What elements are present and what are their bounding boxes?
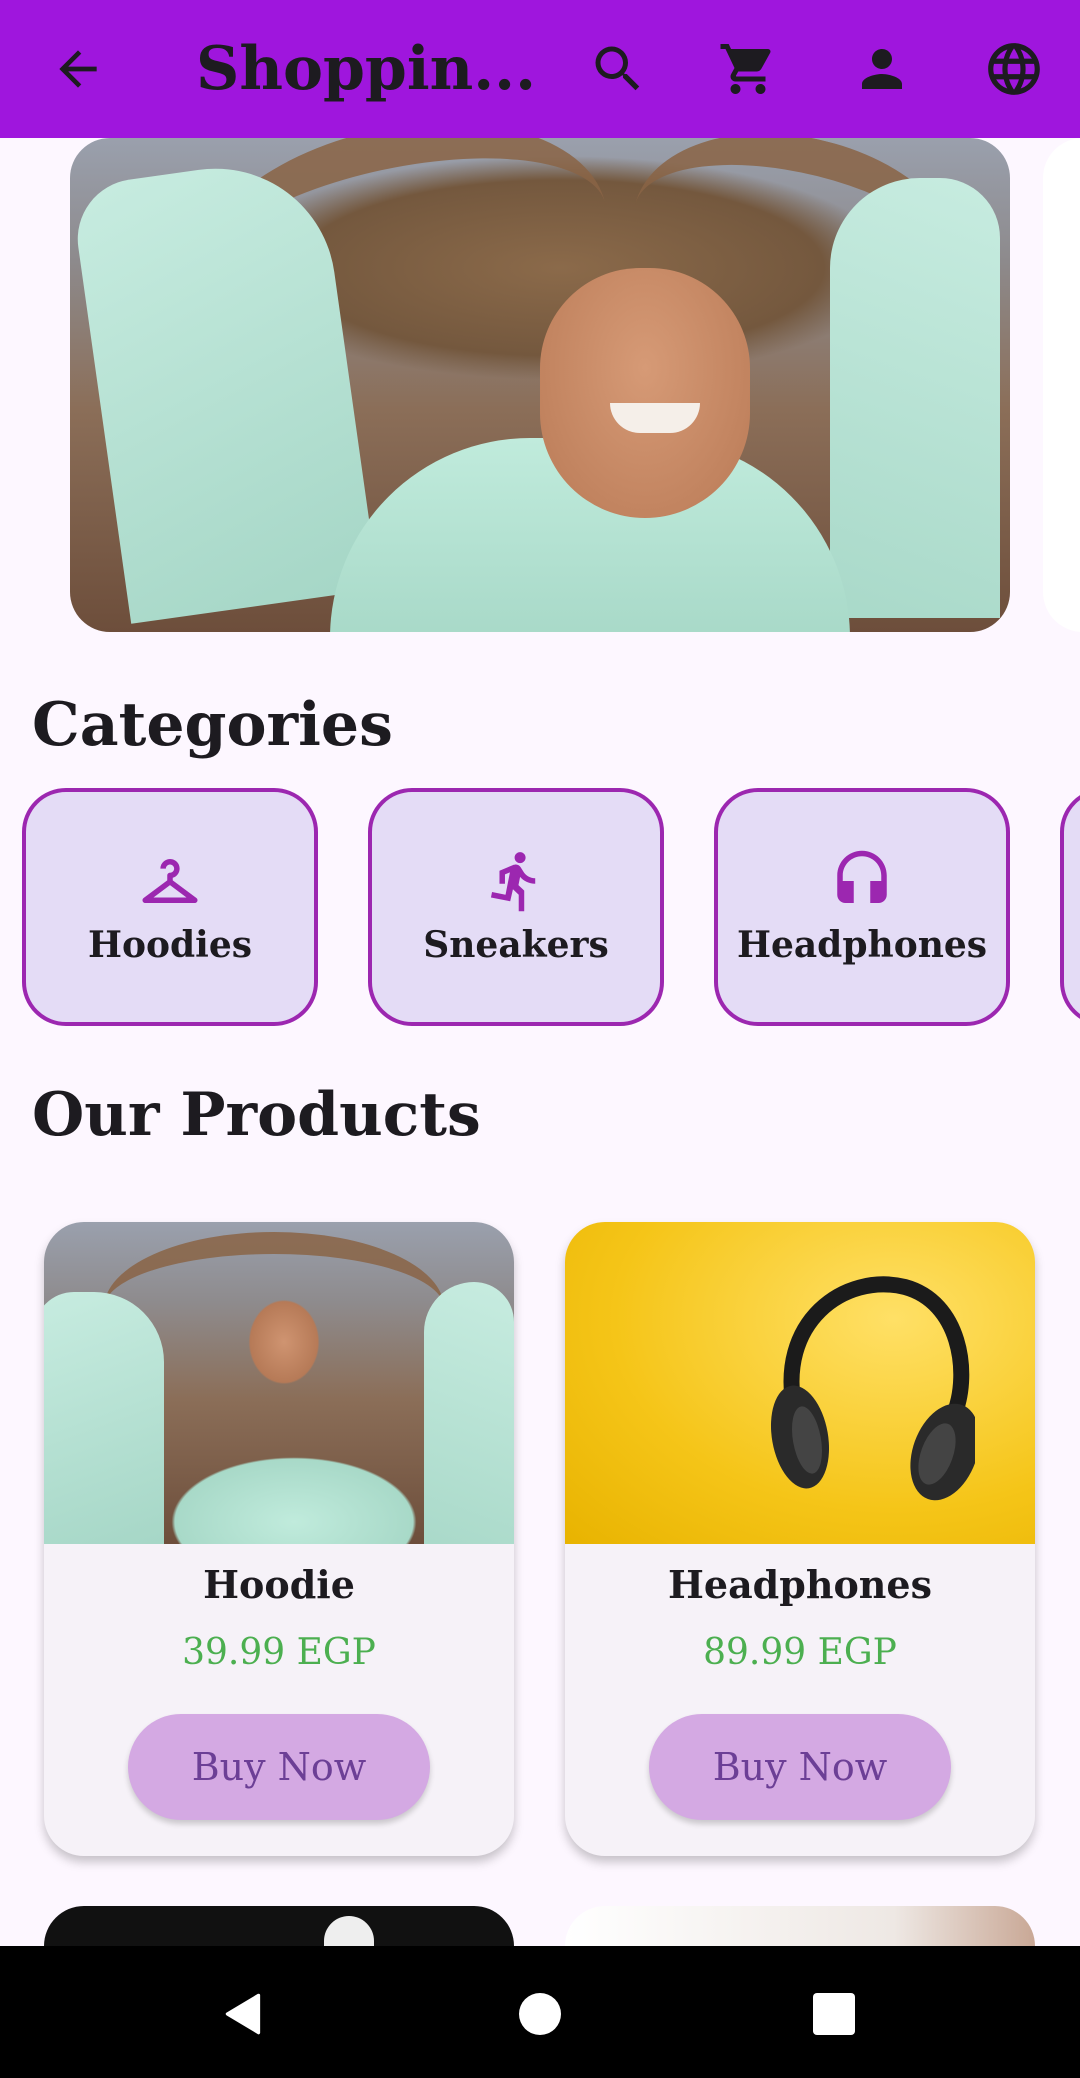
- product-price: 89.99 EGP: [703, 1632, 897, 1673]
- buy-now-button[interactable]: Buy Now: [649, 1714, 951, 1820]
- system-navigation-bar: [0, 1946, 1080, 2078]
- banner-image-hoodie-model[interactable]: [70, 138, 1010, 632]
- category-label: Hoodies: [87, 924, 253, 966]
- products-heading: Our Products: [32, 1080, 481, 1150]
- category-sneakers[interactable]: Sneakers: [368, 788, 664, 1026]
- top-app-bar: Shoppin...: [0, 0, 1080, 138]
- search-icon: [595, 46, 640, 91]
- circle-home-icon: [519, 1993, 561, 2035]
- cart-icon: [720, 44, 771, 94]
- category-hoodies[interactable]: Hoodies: [22, 788, 318, 1026]
- headphones-photo: [770, 1276, 975, 1501]
- headphones-icon: [837, 850, 887, 903]
- product-card-headphones[interactable]: Headphones 89.99 EGP Buy Now: [565, 1222, 1035, 1856]
- app-title: Shoppin...: [196, 34, 536, 104]
- banner-carousel[interactable]: [0, 138, 1080, 634]
- product-image-hoodie: [44, 1222, 514, 1544]
- next-banner-peek[interactable]: [1043, 138, 1080, 632]
- cart-button[interactable]: [704, 25, 792, 113]
- arrow-back-icon: [59, 50, 97, 88]
- person-icon: [862, 49, 902, 89]
- category-label: Headphones: [736, 924, 988, 966]
- categories-list: Hoodies Sneakers Headphones: [0, 786, 1080, 1036]
- category-label: Sneakers: [423, 924, 609, 966]
- product-card-hoodie[interactable]: Hoodie 39.99 EGP Buy Now: [44, 1222, 514, 1856]
- buy-now-button[interactable]: Buy Now: [128, 1714, 430, 1820]
- nav-home-button[interactable]: [496, 1970, 584, 2058]
- hanger-icon: [142, 858, 198, 903]
- triangle-back-icon: [225, 1993, 261, 2035]
- square-recents-icon: [813, 1993, 855, 2035]
- categories-heading: Categories: [32, 690, 393, 760]
- category-next-peek[interactable]: [1060, 788, 1080, 1026]
- product-name: Headphones: [667, 1562, 932, 1607]
- product-image-headphones: [565, 1222, 1035, 1544]
- product-price: 39.99 EGP: [182, 1632, 376, 1673]
- globe-icon: [988, 43, 1040, 95]
- product-name: Hoodie: [203, 1562, 355, 1607]
- running-icon: [490, 852, 536, 912]
- nav-recents-button[interactable]: [790, 1970, 878, 2058]
- category-headphones[interactable]: Headphones: [714, 788, 1010, 1026]
- back-button[interactable]: [34, 25, 122, 113]
- profile-button[interactable]: [838, 25, 926, 113]
- search-button[interactable]: [574, 25, 662, 113]
- language-button[interactable]: [970, 25, 1058, 113]
- nav-back-button[interactable]: [200, 1970, 288, 2058]
